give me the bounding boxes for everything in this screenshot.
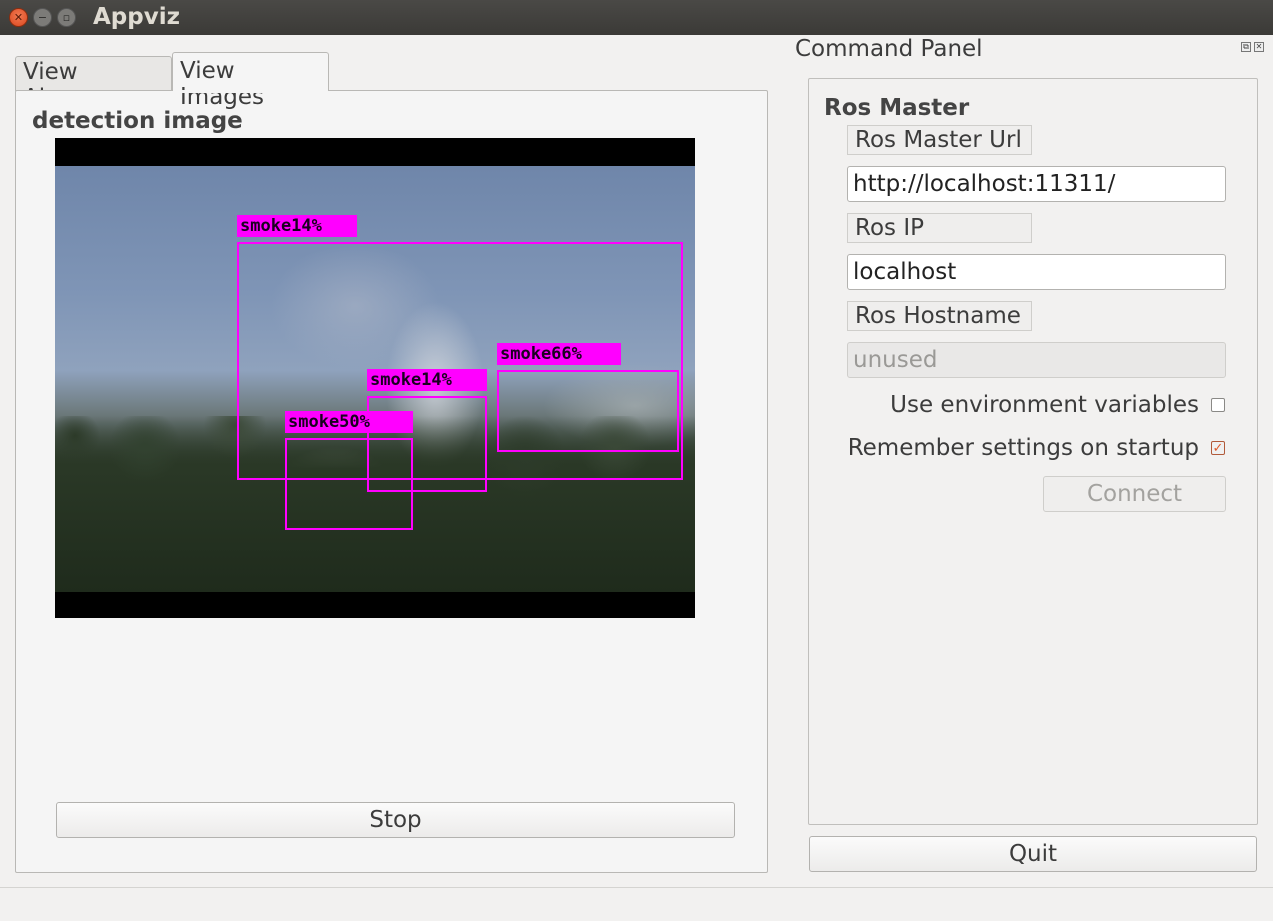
status-bar <box>0 887 1273 921</box>
close-dock-icon[interactable]: ✕ <box>1254 42 1264 52</box>
window-title: Appviz <box>93 4 180 30</box>
close-icon: ✕ <box>13 11 24 24</box>
quit-button[interactable]: Quit <box>809 836 1257 872</box>
minimize-icon: − <box>37 11 48 24</box>
maximize-window-button[interactable]: ▫ <box>57 8 76 27</box>
remember-checkbox[interactable] <box>1211 441 1225 455</box>
dock-controls: ⧉ ✕ <box>1241 42 1264 52</box>
remember-row: Remember settings on startup <box>848 435 1225 461</box>
detection-image-label: detection image <box>32 108 243 134</box>
master-url-input[interactable]: http://localhost:11311/ <box>847 166 1226 202</box>
detection-box <box>497 370 679 452</box>
tab-view-images[interactable]: View Images <box>172 52 329 110</box>
group-title: Ros Master <box>824 95 970 121</box>
ros-ip-label: Ros IP <box>847 213 1032 243</box>
minimize-window-button[interactable]: − <box>33 8 52 27</box>
float-dock-icon[interactable]: ⧉ <box>1241 42 1251 52</box>
detection-box-label: smoke66% <box>497 343 621 365</box>
use-env-checkbox[interactable] <box>1211 398 1225 412</box>
use-env-label: Use environment variables <box>890 392 1199 418</box>
connect-button[interactable]: Connect <box>1043 476 1226 512</box>
detection-box <box>285 438 413 530</box>
ros-hostname-input[interactable]: unused <box>847 342 1226 378</box>
tab-view-alarms[interactable]: View Alarms <box>15 56 172 111</box>
dock-title: Command Panel <box>795 36 983 62</box>
master-url-label: Ros Master Url <box>847 125 1032 155</box>
detection-box-label: smoke50% <box>285 411 413 433</box>
detection-box-label: smoke14% <box>367 369 487 391</box>
ros-hostname-label: Ros Hostname <box>847 301 1032 331</box>
close-window-button[interactable]: ✕ <box>9 8 28 27</box>
use-env-row: Use environment variables <box>890 392 1225 418</box>
window-titlebar: ✕ − ▫ Appviz <box>0 0 1273 35</box>
stop-button[interactable]: Stop <box>56 802 735 838</box>
ros-ip-input[interactable]: localhost <box>847 254 1226 290</box>
detection-box-label: smoke14% <box>237 215 357 237</box>
remember-label: Remember settings on startup <box>847 435 1199 461</box>
maximize-icon: ▫ <box>62 11 71 24</box>
detection-image: smoke14% smoke66% smoke14% smoke50% <box>55 138 695 618</box>
